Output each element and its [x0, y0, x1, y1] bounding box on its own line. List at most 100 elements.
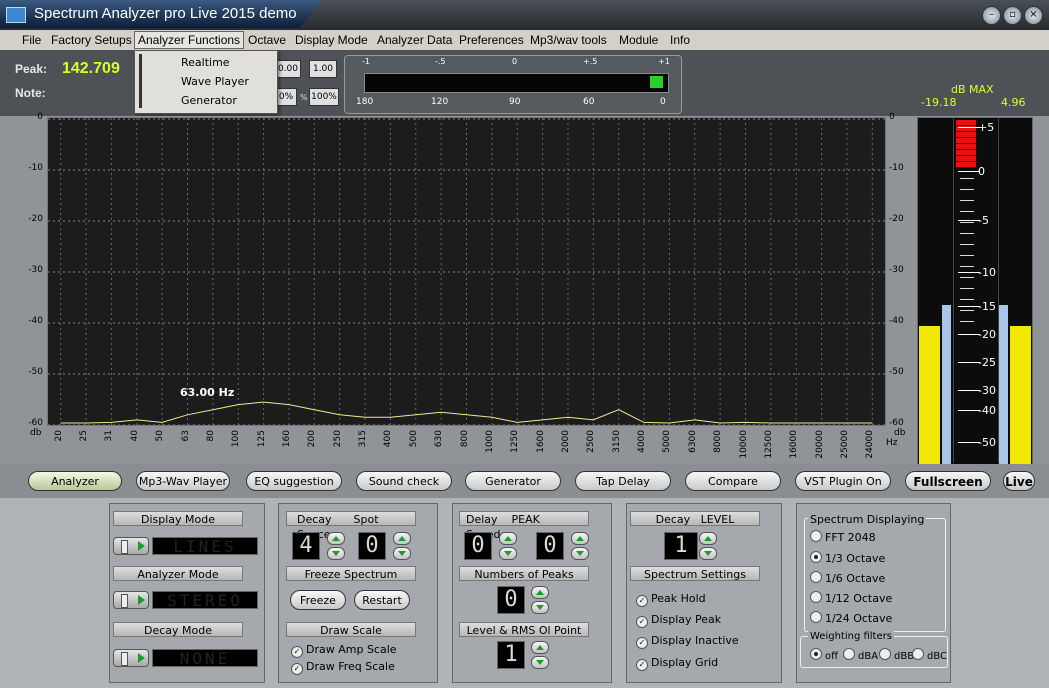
dropdown-item-realtime[interactable]: Realtime [181, 56, 230, 69]
vu-scale-label: -20 [978, 328, 996, 341]
tap-delay-button[interactable]: Tap Delay [575, 471, 671, 491]
display-peak-checkbox[interactable]: ✓ Display Peak [636, 613, 721, 628]
x-tick-label: 12500 [763, 430, 774, 459]
display-peak-label: Display Peak [651, 613, 722, 626]
menu-display-mode[interactable]: Display Mode [295, 33, 368, 47]
sound-check-button[interactable]: Sound check [356, 471, 452, 491]
decay-mode-toggle[interactable] [113, 649, 149, 667]
decay-mode-header: Decay Mode [113, 622, 243, 637]
num-peaks-stepper[interactable] [531, 586, 549, 614]
x-tick-label: 400 [383, 430, 394, 448]
vu-scale-tick [958, 272, 980, 273]
dropdown-item-wave-player[interactable]: Wave Player [181, 75, 249, 88]
weight-dbb[interactable]: dBB [879, 648, 914, 662]
value-field-2[interactable]: 1.00 [309, 60, 337, 78]
vu-scale-label: -15 [978, 300, 996, 313]
eq-suggestion-button[interactable]: EQ suggestion [246, 471, 342, 491]
meter-label-2: 120 [431, 97, 449, 107]
frequency-marker-label: 63.00 Hz [180, 386, 235, 399]
restart-button[interactable]: Restart [354, 590, 410, 610]
meter-scale-1: -1 [362, 57, 370, 66]
display-inactive-checkbox[interactable]: ✓ Display Inactive [636, 634, 739, 649]
level-digit: 1 [664, 532, 698, 560]
menu-factory-setups[interactable]: Factory Setups [51, 33, 132, 47]
db-max-right: 4.96 [1001, 96, 1026, 109]
value-field-1[interactable]: 0.00 [275, 60, 301, 78]
vu-minor-tick [960, 222, 974, 223]
analyzer-mode-header: Analyzer Mode [113, 566, 243, 581]
x-tick-label: 25000 [839, 430, 850, 459]
vu-minor-tick [960, 255, 974, 256]
peak-hold-checkbox[interactable]: ✓ Peak Hold [636, 592, 706, 607]
live-button[interactable]: Live [1003, 471, 1035, 491]
vst-plugin-button[interactable]: VST Plugin On [795, 471, 891, 491]
speed-digit: 0 [536, 532, 564, 560]
delay-label: Delay [466, 513, 498, 526]
vu-scale-tick [958, 442, 980, 443]
x-tick-label: 250 [332, 430, 343, 448]
mp3-wav-player-button[interactable]: Mp3-Wav Player [136, 471, 230, 491]
weight-off[interactable]: off [810, 648, 838, 662]
spot-stepper[interactable] [393, 532, 411, 560]
db-max-label: dB MAX [951, 83, 994, 96]
freeze-button[interactable]: Freeze [290, 590, 346, 610]
y-tick-label-right: 0 [889, 112, 895, 122]
vu-minor-tick [960, 211, 974, 212]
close-icon[interactable]: × [1024, 6, 1043, 25]
dropdown-item-generator[interactable]: Generator [181, 94, 237, 107]
weight-dbc[interactable]: dBC [912, 648, 947, 662]
display-grid-checkbox[interactable]: ✓ Display Grid [636, 656, 718, 671]
vu-scale-tick [958, 127, 980, 128]
decay-level-header: Decay LEVEL [630, 511, 760, 526]
weight-dba[interactable]: dBA [843, 648, 878, 662]
peak-header-label: PEAK [511, 513, 540, 526]
radio-1-6-octave[interactable]: 1/6 Octave [810, 571, 885, 585]
menu-info[interactable]: Info [670, 33, 690, 47]
x-tick-label: 5000 [662, 430, 673, 453]
draw-amp-checkbox[interactable]: ✓ Draw Amp Scale [291, 643, 397, 658]
vu-scale-tick [958, 362, 980, 363]
x-tick-label: 4000 [637, 430, 648, 453]
compare-button[interactable]: Compare [685, 471, 781, 491]
display-mode-toggle[interactable] [113, 537, 149, 555]
vu-scale-label: +5 [978, 121, 995, 134]
vu-minor-tick [960, 266, 974, 267]
radio-dot [810, 551, 822, 563]
menu-module[interactable]: Module [619, 33, 658, 47]
menu-file[interactable]: File [22, 33, 41, 47]
level-stepper[interactable] [699, 532, 717, 560]
vu-scale-tick [958, 306, 980, 307]
peak-hold-label: Peak Hold [651, 592, 706, 605]
radio-1-12-octave[interactable]: 1/12 Octave [810, 591, 892, 605]
menu-preferences[interactable]: Preferences [459, 33, 524, 47]
maximize-icon[interactable]: ▫ [1003, 6, 1022, 25]
weight-label-dba: dBA [858, 651, 879, 662]
menu-analyzer-functions[interactable]: Analyzer Functions [134, 31, 245, 49]
x-tick-label: 100 [231, 430, 242, 448]
minimize-icon[interactable]: – [982, 6, 1001, 25]
speed-stepper[interactable] [571, 532, 589, 560]
radio-dot [879, 648, 891, 660]
decay-label: Decay [297, 513, 332, 526]
value-field-3[interactable]: 0% [275, 88, 297, 106]
weighting-title: Weighting filters [808, 631, 894, 642]
delay-stepper[interactable] [499, 532, 517, 560]
value-field-4[interactable]: 100% [309, 88, 339, 106]
radio-fft-2048[interactable]: FFT 2048 [810, 530, 876, 544]
draw-freq-checkbox[interactable]: ✓ Draw Freq Scale [291, 660, 395, 675]
menu-mp3-wav-tools[interactable]: Mp3/wav tools [530, 33, 607, 47]
generator-button[interactable]: Generator [465, 471, 561, 491]
radio-1-24-octave[interactable]: 1/24 Octave [810, 611, 892, 625]
level-rms-stepper[interactable] [531, 641, 549, 669]
y-tick-label-right: -10 [889, 163, 904, 173]
menu-octave[interactable]: Octave [248, 33, 286, 47]
vu-scale-tick [958, 220, 980, 221]
analyzer-button[interactable]: Analyzer [28, 471, 122, 491]
menu-analyzer-data[interactable]: Analyzer Data [377, 33, 452, 47]
y-tick-label-right: -50 [889, 367, 904, 377]
decay-stepper[interactable] [327, 532, 345, 560]
analyzer-mode-toggle[interactable] [113, 591, 149, 609]
x-tick-label: 500 [408, 430, 419, 448]
radio-1-3-octave[interactable]: 1/3 Octave [810, 551, 885, 565]
fullscreen-button[interactable]: Fullscreen [905, 471, 991, 491]
